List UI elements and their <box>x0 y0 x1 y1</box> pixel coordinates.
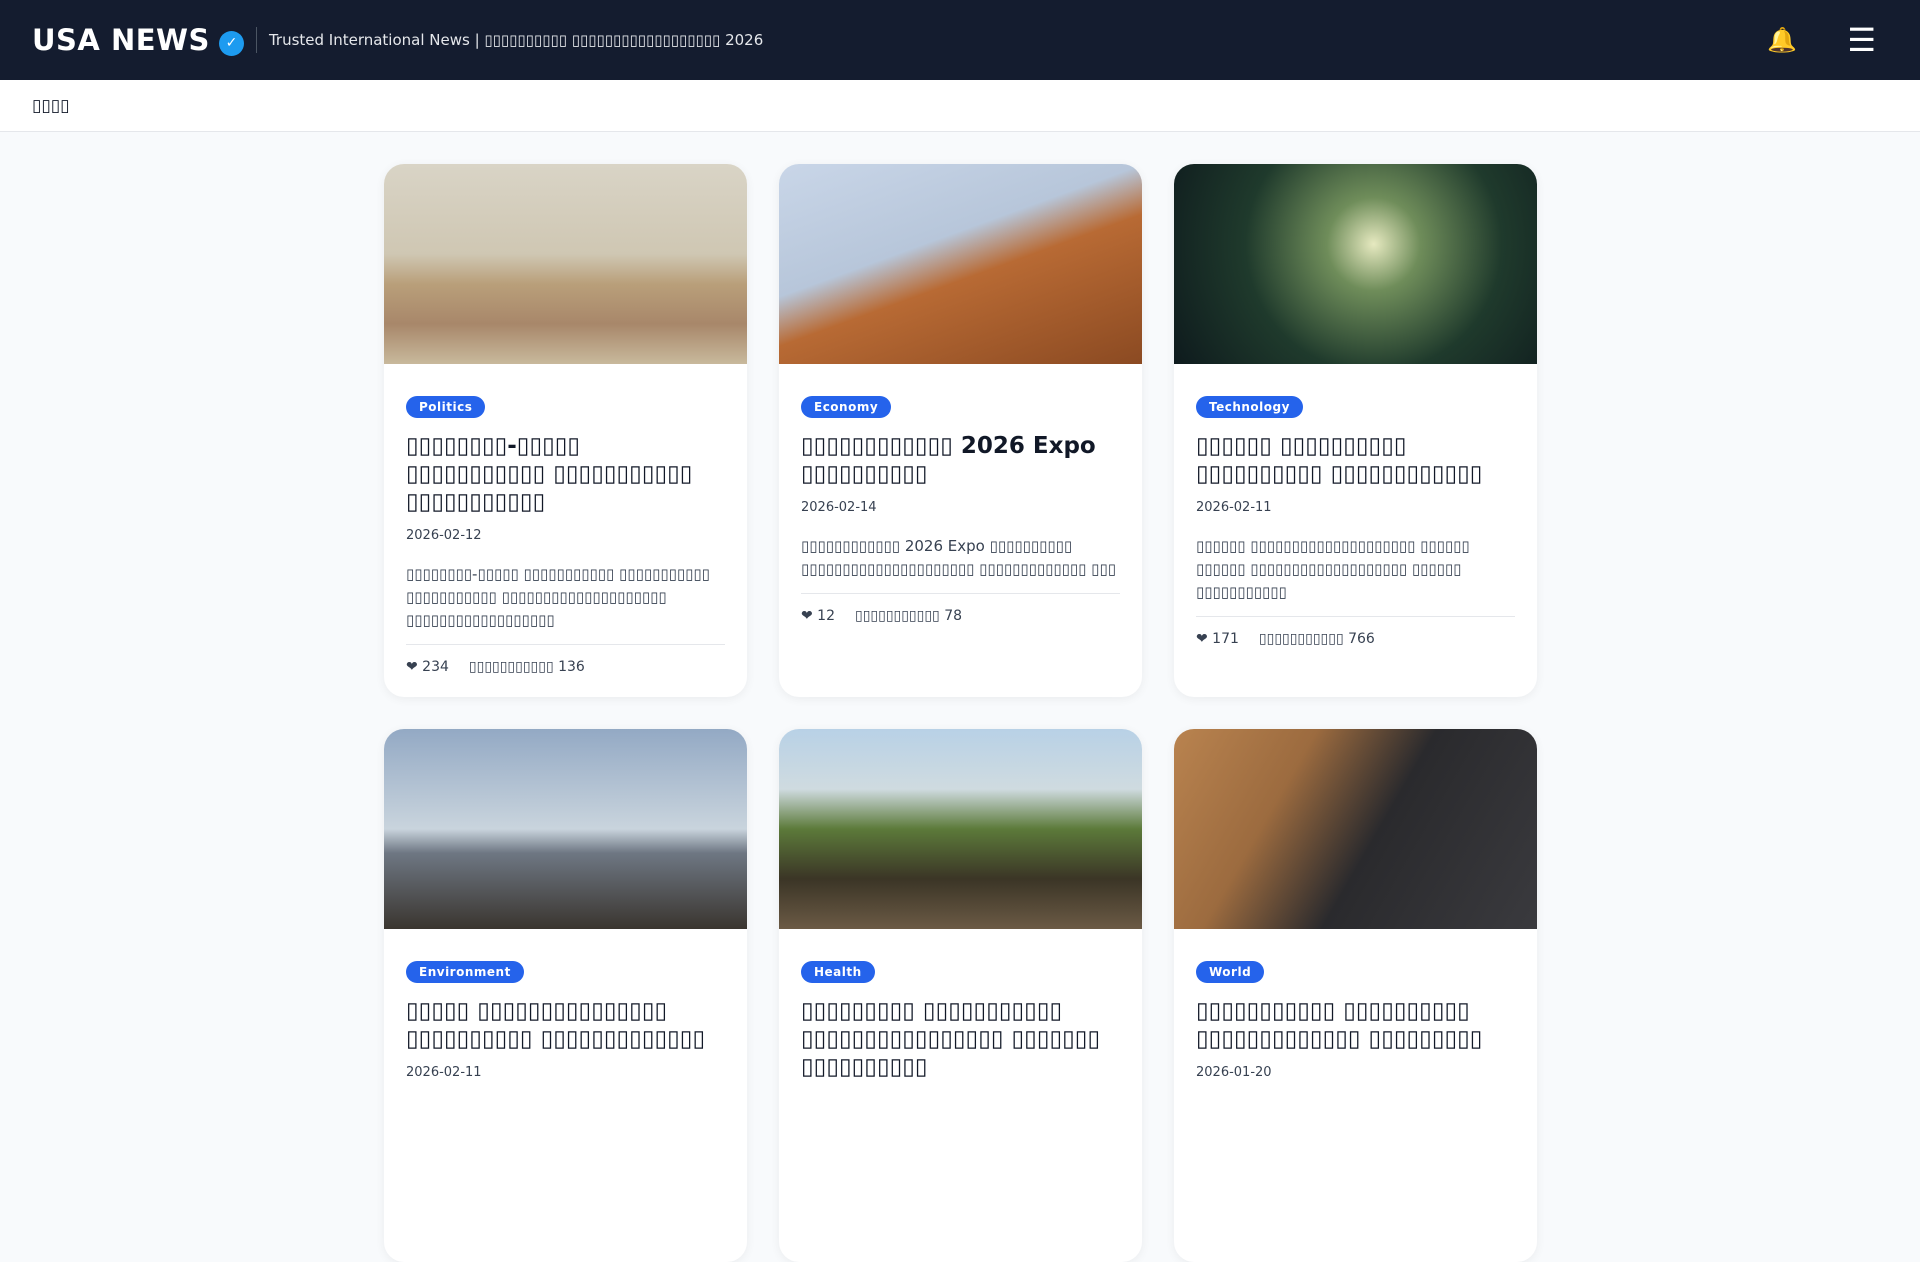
article-stats: ❤ 171 ▯▯▯▯▯▯▯▯▯▯▯ 766 <box>1196 616 1515 647</box>
category-badge[interactable]: World <box>1196 961 1265 983</box>
article-card[interactable]: Environment ▯▯▯▯▯ ▯▯▯▯▯▯▯▯▯▯▯▯▯▯▯ ▯▯▯▯▯▯… <box>384 729 747 1262</box>
like-count[interactable]: ❤ 234 <box>406 659 449 675</box>
site-tagline: Trusted International News | ▯▯▯▯▯▯▯▯▯▯ … <box>268 31 764 49</box>
hamburger-menu-icon[interactable]: ☰ <box>1847 21 1876 59</box>
article-image[interactable] <box>779 164 1142 364</box>
article-card[interactable]: World ▯▯▯▯▯▯▯▯▯▯▯ ▯▯▯▯▯▯▯▯▯▯ ▯▯▯▯▯▯▯▯▯▯▯… <box>1174 729 1537 1262</box>
category-badge[interactable]: Economy <box>801 396 892 418</box>
article-date: 2026-02-14 <box>801 500 877 515</box>
article-stats: ❤ 12 ▯▯▯▯▯▯▯▯▯▯▯ 78 <box>801 593 1120 624</box>
category-badge[interactable]: Technology <box>1196 396 1303 418</box>
divider <box>255 27 257 53</box>
article-stats: ❤ 234 ▯▯▯▯▯▯▯▯▯▯▯ 136 <box>406 644 725 675</box>
like-count[interactable]: ❤ 12 <box>801 608 835 624</box>
site-header: USA NEWS ✓ Trusted International News | … <box>0 0 1920 80</box>
article-title[interactable]: ▯▯▯▯▯▯▯▯▯▯▯ ▯▯▯▯▯▯▯▯▯▯ ▯▯▯▯▯▯▯▯▯▯▯▯▯ ▯▯▯… <box>1196 997 1515 1053</box>
article-date: 2026-02-11 <box>406 1065 482 1080</box>
article-card[interactable]: Technology ▯▯▯▯▯▯ ▯▯▯▯▯▯▯▯▯▯ ▯▯▯▯▯▯▯▯▯▯ … <box>1174 164 1537 697</box>
view-count: ▯▯▯▯▯▯▯▯▯▯▯ 78 <box>855 608 963 624</box>
article-card[interactable]: Health ▯▯▯▯▯▯▯▯▯ ▯▯▯▯▯▯▯▯▯▯▯ ▯▯▯▯▯▯▯▯▯▯▯… <box>779 729 1142 1262</box>
article-date: 2026-02-11 <box>1196 500 1272 515</box>
category-badge[interactable]: Politics <box>406 396 486 418</box>
article-title[interactable]: ▯▯▯▯▯▯▯▯▯ ▯▯▯▯▯▯▯▯▯▯▯ ▯▯▯▯▯▯▯▯▯▯▯▯▯▯▯▯ ▯… <box>801 997 1120 1081</box>
article-date: 2026-01-20 <box>1196 1065 1272 1080</box>
article-title[interactable]: ▯▯▯▯▯▯ ▯▯▯▯▯▯▯▯▯▯ ▯▯▯▯▯▯▯▯▯▯ ▯▯▯▯▯▯▯▯▯▯▯… <box>1196 432 1515 488</box>
article-image[interactable] <box>384 729 747 929</box>
article-card[interactable]: Economy ▯▯▯▯▯▯▯▯▯▯▯▯ 2026 Expo ▯▯▯▯▯▯▯▯▯… <box>779 164 1142 697</box>
article-title[interactable]: ▯▯▯▯▯▯▯▯-▯▯▯▯▯ ▯▯▯▯▯▯▯▯▯▯▯ ▯▯▯▯▯▯▯▯▯▯▯ ▯… <box>406 432 725 516</box>
article-card[interactable]: Politics ▯▯▯▯▯▯▯▯-▯▯▯▯▯ ▯▯▯▯▯▯▯▯▯▯▯ ▯▯▯▯… <box>384 164 747 697</box>
notification-bell-icon[interactable]: 🔔 <box>1767 26 1797 54</box>
article-image[interactable] <box>779 729 1142 929</box>
site-logo[interactable]: USA NEWS <box>32 23 210 57</box>
subnav-home-link[interactable]: ▯▯▯▯ <box>32 96 69 116</box>
article-date: 2026-02-12 <box>406 528 482 543</box>
article-grid: Politics ▯▯▯▯▯▯▯▯-▯▯▯▯▯ ▯▯▯▯▯▯▯▯▯▯▯ ▯▯▯▯… <box>384 164 1537 1262</box>
article-image[interactable] <box>1174 164 1537 364</box>
view-count: ▯▯▯▯▯▯▯▯▯▯▯ 136 <box>468 659 585 675</box>
article-title[interactable]: ▯▯▯▯▯▯▯▯▯▯▯▯ 2026 Expo ▯▯▯▯▯▯▯▯▯▯ <box>801 432 1120 488</box>
category-badge[interactable]: Health <box>801 961 875 983</box>
like-count[interactable]: ❤ 171 <box>1196 631 1239 647</box>
view-count: ▯▯▯▯▯▯▯▯▯▯▯ 766 <box>1258 631 1375 647</box>
article-title[interactable]: ▯▯▯▯▯ ▯▯▯▯▯▯▯▯▯▯▯▯▯▯▯ ▯▯▯▯▯▯▯▯▯▯ ▯▯▯▯▯▯▯… <box>406 997 725 1053</box>
category-badge[interactable]: Environment <box>406 961 524 983</box>
article-excerpt: ▯▯▯▯▯▯ ▯▯▯▯▯▯▯▯▯▯▯▯▯▯▯▯▯▯▯▯ ▯▯▯▯▯▯ ▯▯▯▯▯… <box>1196 537 1470 601</box>
article-image[interactable] <box>384 164 747 364</box>
verified-badge-icon: ✓ <box>218 30 244 56</box>
subnav: ▯▯▯▯ <box>0 80 1920 132</box>
article-image[interactable] <box>1174 729 1537 929</box>
article-excerpt: ▯▯▯▯▯▯▯▯-▯▯▯▯▯ ▯▯▯▯▯▯▯▯▯▯▯ ▯▯▯▯▯▯▯▯▯▯▯ ▯… <box>406 565 710 629</box>
article-excerpt: ▯▯▯▯▯▯▯▯▯▯▯▯ 2026 Expo ▯▯▯▯▯▯▯▯▯▯ ▯▯▯▯▯▯… <box>801 537 1116 578</box>
